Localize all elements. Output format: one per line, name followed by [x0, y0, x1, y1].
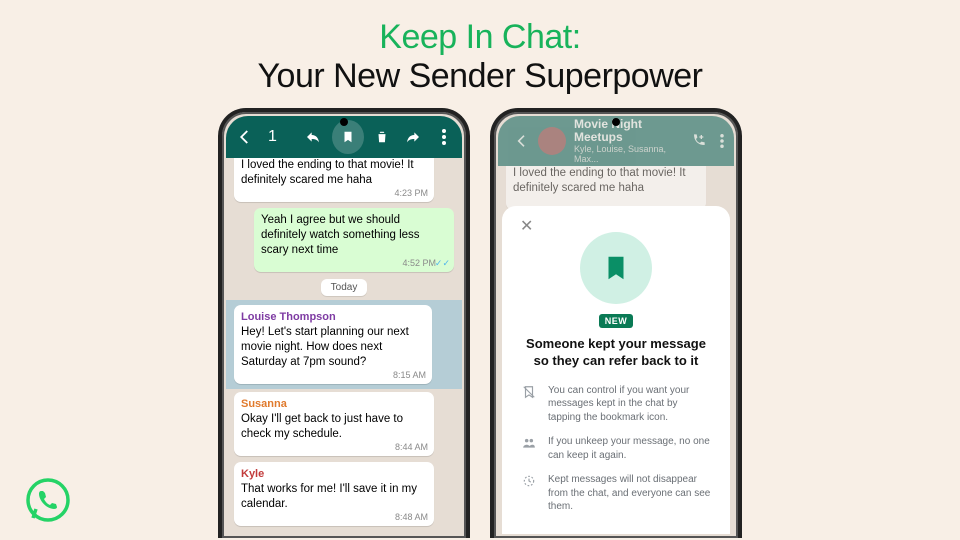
new-badge: NEW	[599, 314, 634, 328]
bookmark-off-icon	[520, 384, 538, 399]
message-incoming: I loved the ending to that movie! It def…	[506, 166, 706, 210]
message-text: Hey! Let's start planning our next movie…	[241, 326, 409, 368]
chat-messages: I loved the ending to that movie! It def…	[226, 158, 462, 529]
sheet-title: Someone kept your message so they can re…	[520, 336, 712, 370]
info-row: Kept messages will not disappear from th…	[520, 473, 712, 514]
message-time: 8:44 AM	[395, 442, 428, 454]
reply-icon[interactable]	[305, 129, 322, 145]
message-text: I loved the ending to that movie! It def…	[241, 159, 414, 186]
back-arrow-icon[interactable]	[236, 128, 254, 146]
close-icon[interactable]: ✕	[520, 216, 533, 236]
message-text: That works for me! I'll save it in my ca…	[241, 483, 417, 510]
info-list: You can control if you want your message…	[520, 384, 712, 514]
info-row: You can control if you want your message…	[520, 384, 712, 425]
phone-left: 1 I loved the	[218, 108, 470, 538]
message-incoming[interactable]: Kyle That works for me! I'll save it in …	[234, 462, 434, 526]
heading-line1: Keep In Chat:	[0, 18, 960, 57]
read-ticks-icon: ✓✓	[435, 258, 450, 270]
message-time: 4:23 PM	[394, 188, 428, 200]
message-text: I loved the ending to that movie! It def…	[513, 167, 686, 194]
message-time: 4:52 PM	[402, 258, 436, 270]
group-members: Kyle, Louise, Susanna, Max...	[574, 144, 676, 164]
whatsapp-logo-icon	[26, 478, 70, 522]
heading: Keep In Chat: Your New Sender Superpower	[0, 0, 960, 96]
message-incoming[interactable]: Louise Thompson Hey! Let's start plannin…	[234, 305, 432, 384]
message-time: 8:15 AM	[393, 370, 426, 382]
heading-line2: Your New Sender Superpower	[0, 57, 960, 96]
forward-icon[interactable]	[404, 129, 421, 145]
message-text: Okay I'll get back to just have to check…	[241, 413, 403, 440]
keep-bookmark-button[interactable]	[332, 120, 364, 154]
date-chip: Today	[321, 279, 368, 296]
people-icon	[520, 435, 538, 450]
message-time: 8:48 AM	[395, 512, 428, 524]
info-text: You can control if you want your message…	[548, 384, 712, 425]
more-icon[interactable]	[435, 129, 452, 145]
bookmark-hero-icon	[580, 232, 652, 304]
add-call-icon[interactable]	[690, 133, 706, 149]
sender-name: Susanna	[241, 397, 427, 411]
selection-count: 1	[268, 128, 277, 146]
sender-name: Louise Thompson	[241, 310, 425, 324]
message-outgoing[interactable]: Yeah I agree but we should definitely wa…	[254, 208, 454, 272]
camera-hole	[612, 118, 620, 126]
message-text: Yeah I agree but we should definitely wa…	[261, 214, 420, 256]
info-text: If you unkeep your message, no one can k…	[548, 435, 712, 462]
camera-hole	[340, 118, 348, 126]
message-incoming[interactable]: I loved the ending to that movie! It def…	[234, 158, 434, 202]
group-title: Movie Night Meetups	[574, 118, 676, 144]
timer-off-icon	[520, 473, 538, 488]
kept-message-sheet: ✕ NEW Someone kept your message so they …	[502, 206, 730, 534]
more-icon[interactable]	[720, 134, 724, 148]
group-avatar[interactable]	[538, 127, 566, 155]
sender-name: Kyle	[241, 467, 427, 481]
message-incoming[interactable]: Susanna Okay I'll get back to just have …	[234, 392, 434, 456]
info-text: Kept messages will not disappear from th…	[548, 473, 712, 514]
info-row: If you unkeep your message, no one can k…	[520, 435, 712, 462]
back-arrow-icon[interactable]	[514, 133, 530, 149]
selected-message-row[interactable]: Louise Thompson Hey! Let's start plannin…	[226, 300, 462, 389]
delete-icon[interactable]	[374, 130, 391, 144]
phone-right: Movie Night Meetups Kyle, Louise, Susann…	[490, 108, 742, 538]
